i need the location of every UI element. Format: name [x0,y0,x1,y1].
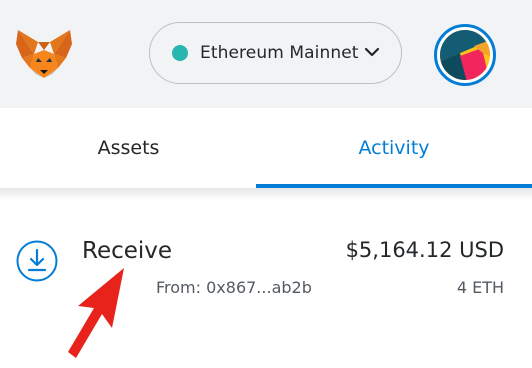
receive-icon [16,240,58,282]
tab-bar-divider [0,188,532,200]
transaction-token-amount: 4 ETH [456,278,504,297]
tab-bar: Assets Activity [0,108,532,188]
tab-assets[interactable]: Assets [0,108,255,188]
app-header: Ethereum Mainnet [0,0,532,108]
network-status-dot [172,45,188,61]
chevron-down-icon [364,47,380,57]
account-avatar[interactable] [434,24,496,86]
network-label: Ethereum Mainnet [200,43,359,63]
network-selector[interactable]: Ethereum Mainnet [149,22,402,84]
transaction-fiat-amount: $5,164.12 USD [345,238,504,262]
metamask-fox-icon[interactable] [14,28,74,80]
transaction-title: Receive [82,238,173,264]
transaction-from-address: From: 0x867...ab2b [156,278,312,297]
annotation-arrow-icon [68,268,124,358]
tab-activity[interactable]: Activity [256,108,532,188]
